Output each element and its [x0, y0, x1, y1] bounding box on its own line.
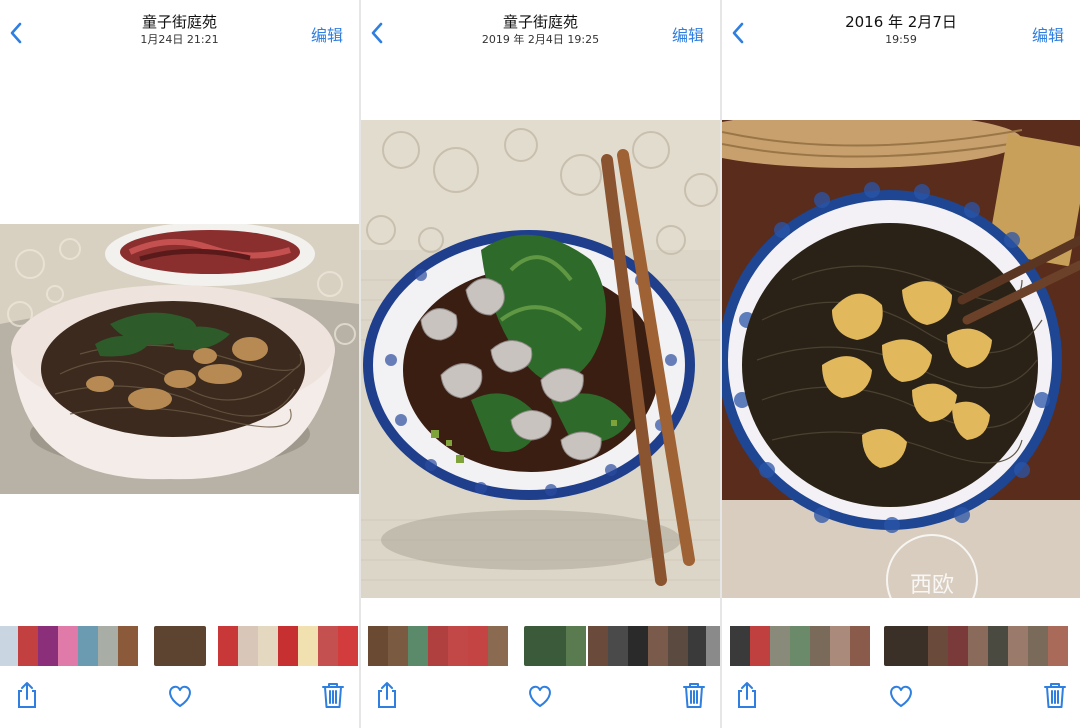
noodle-bowl-photo[interactable]: 西欧: [722, 120, 1080, 598]
thumbnail[interactable]: [298, 626, 318, 666]
thumbnail[interactable]: [78, 626, 98, 666]
thumbnail[interactable]: [928, 626, 948, 666]
thumbnail[interactable]: [608, 626, 628, 666]
time-subtitle: 19:59: [885, 33, 917, 46]
chevron-left-icon[interactable]: [728, 18, 750, 48]
thumbnail[interactable]: [566, 626, 586, 666]
thumbnail[interactable]: [408, 626, 428, 666]
thumbnail-row[interactable]: [0, 626, 359, 666]
trash-icon[interactable]: [1039, 679, 1071, 711]
trash-icon[interactable]: [317, 679, 349, 711]
heart-icon[interactable]: [524, 679, 556, 711]
thumbnail[interactable]: [688, 626, 708, 666]
thumbnail[interactable]: [750, 626, 770, 666]
thumbnail[interactable]: [770, 626, 790, 666]
edit-button[interactable]: 编辑: [672, 22, 704, 46]
thumbnail[interactable]: [850, 626, 870, 666]
thumbnail-strip[interactable]: [361, 626, 720, 666]
thumbnail[interactable]: [648, 626, 668, 666]
navigation-bar: 童子街庭苑 2019 年 2月4日 19:25 编辑: [361, 0, 720, 54]
thumbnail[interactable]: [118, 626, 138, 666]
thumbnail[interactable]: [1008, 626, 1028, 666]
thumbnail[interactable]: [628, 626, 648, 666]
heart-icon[interactable]: [164, 679, 196, 711]
thumbnail[interactable]: [258, 626, 278, 666]
thumbnail[interactable]: [730, 626, 750, 666]
thumbnail[interactable]: [318, 626, 338, 666]
navigation-bar: 童子街庭苑 1月24日 21:21 编辑: [0, 0, 359, 54]
photo-viewer-panel-2: 童子街庭苑 2019 年 2月4日 19:25 编辑: [361, 0, 720, 728]
thumbnail[interactable]: [588, 626, 608, 666]
chevron-left-icon[interactable]: [367, 18, 389, 48]
share-icon[interactable]: [731, 679, 763, 711]
edit-button[interactable]: 编辑: [311, 22, 343, 46]
photo-viewer-panel-1: 童子街庭苑 1月24日 21:21 编辑: [0, 0, 359, 728]
thumbnail[interactable]: [790, 626, 810, 666]
navigation-bar: 2016 年 2月7日 19:59 编辑: [722, 0, 1080, 54]
thumbnail[interactable]: [18, 626, 38, 666]
thumbnail[interactable]: [368, 626, 388, 666]
chevron-left-icon[interactable]: [6, 18, 28, 48]
date-time-subtitle: 2019 年 2月4日 19:25: [481, 33, 600, 46]
date-time-subtitle: 1月24日 21:21: [140, 33, 219, 46]
thumbnail[interactable]: [218, 626, 238, 666]
thumbnail[interactable]: [338, 626, 358, 666]
location-title: 童子街庭苑: [141, 13, 217, 31]
thumbnail-strip[interactable]: [0, 626, 359, 666]
thumbnail[interactable]: [948, 626, 968, 666]
thumbnail[interactable]: [388, 626, 408, 666]
thumbnail[interactable]: [468, 626, 488, 666]
thumbnail[interactable]: [38, 626, 58, 666]
edit-button[interactable]: 编辑: [1032, 22, 1064, 46]
thumbnail[interactable]: [810, 626, 830, 666]
thumbnail[interactable]: [988, 626, 1008, 666]
current-thumbnail[interactable]: [154, 626, 206, 666]
heart-icon[interactable]: [885, 679, 917, 711]
thumbnail[interactable]: [278, 626, 298, 666]
title-block: 童子街庭苑 1月24日 21:21: [60, 12, 299, 47]
thumbnail[interactable]: [1048, 626, 1068, 666]
bottom-toolbar: [722, 670, 1080, 720]
bottom-toolbar: [361, 670, 720, 720]
trash-icon[interactable]: [678, 679, 710, 711]
noodle-bowl-photo[interactable]: [361, 120, 720, 598]
bottom-toolbar: [0, 670, 359, 720]
share-icon[interactable]: [11, 679, 43, 711]
photo-viewer-panel-3: 2016 年 2月7日 19:59 编辑 西欧: [722, 0, 1080, 728]
share-icon[interactable]: [371, 679, 403, 711]
thumbnail-strip[interactable]: [722, 626, 1080, 666]
thumbnail[interactable]: [98, 626, 118, 666]
thumbnail[interactable]: [968, 626, 988, 666]
watermark-text: 西欧: [910, 573, 954, 598]
thumbnail[interactable]: [428, 626, 448, 666]
thumbnail[interactable]: [488, 626, 508, 666]
title-block: 2016 年 2月7日 19:59: [782, 12, 1020, 47]
thumbnail[interactable]: [706, 626, 720, 666]
thumbnail-row[interactable]: [361, 626, 720, 666]
thumbnail[interactable]: [1028, 626, 1048, 666]
thumbnail[interactable]: [58, 626, 78, 666]
thumbnail[interactable]: [830, 626, 850, 666]
thumbnail[interactable]: [0, 626, 20, 666]
location-title: 童子街庭苑: [502, 13, 578, 31]
date-title: 2016 年 2月7日: [845, 13, 957, 31]
thumbnail[interactable]: [238, 626, 258, 666]
noodle-bowl-photo[interactable]: [0, 224, 359, 494]
thumbnail[interactable]: [668, 626, 688, 666]
thumbnail-row[interactable]: [722, 626, 1080, 666]
title-block: 童子街庭苑 2019 年 2月4日 19:25: [421, 12, 660, 47]
thumbnail[interactable]: [448, 626, 468, 666]
